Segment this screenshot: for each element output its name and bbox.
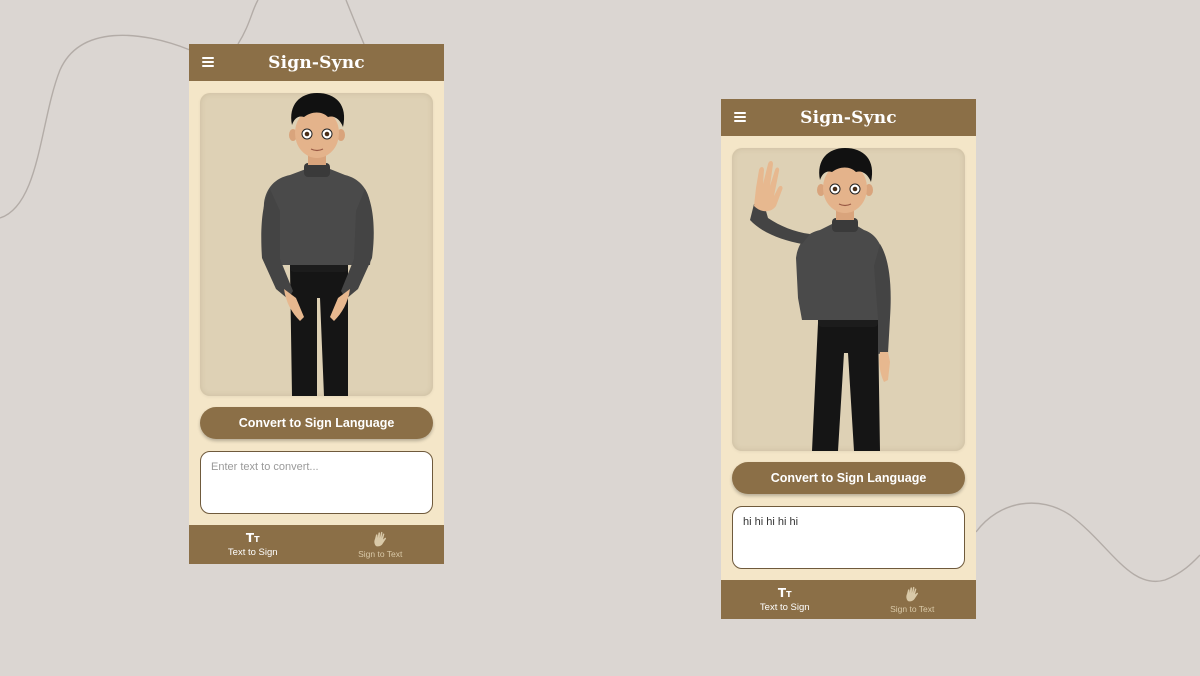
text-to-convert-input[interactable] bbox=[732, 506, 965, 569]
convert-to-sign-button[interactable]: Convert to Sign Language bbox=[732, 462, 965, 494]
nav-tab-sign-to-text[interactable]: Sign to Text bbox=[849, 580, 977, 619]
bottom-navigation: TT Text to Sign Sign to Text bbox=[721, 580, 976, 619]
app-title: Sign-Sync bbox=[800, 107, 897, 128]
avatar-idle-figure bbox=[261, 93, 374, 396]
waving-hand-icon bbox=[374, 531, 387, 546]
text-to-convert-input[interactable] bbox=[200, 451, 433, 514]
bottom-navigation: TT Text to Sign Sign to Text bbox=[189, 525, 444, 564]
hamburger-menu-icon[interactable] bbox=[202, 57, 214, 67]
convert-to-sign-button[interactable]: Convert to Sign Language bbox=[200, 407, 433, 439]
text-size-icon: TT bbox=[245, 530, 260, 545]
hamburger-menu-icon[interactable] bbox=[734, 112, 746, 122]
nav-tab-label: Text to Sign bbox=[759, 601, 810, 613]
avatar-viewport bbox=[200, 93, 433, 396]
background-curves bbox=[0, 0, 1200, 583]
phone-screen-text-to-sign-filled: Sign-Sync Convert to Sign Language hi hi… bbox=[721, 99, 976, 619]
app-bar: Sign-Sync bbox=[189, 44, 444, 81]
text-size-icon: TT bbox=[777, 585, 792, 600]
nav-tab-label: Sign to Text bbox=[890, 603, 935, 614]
waving-hand-icon bbox=[906, 586, 919, 601]
nav-tab-label: Text to Sign bbox=[227, 546, 278, 558]
phone-screen-text-to-sign-empty: Sign-Sync Convert to Sign Language Enter… bbox=[189, 44, 444, 564]
app-bar: Sign-Sync bbox=[721, 99, 976, 136]
nav-tab-text-to-sign[interactable]: TT Text to Sign bbox=[721, 580, 849, 619]
avatar-waving-figure bbox=[750, 148, 891, 451]
nav-tab-label: Sign to Text bbox=[358, 548, 403, 559]
app-title: Sign-Sync bbox=[268, 52, 365, 73]
nav-tab-sign-to-text[interactable]: Sign to Text bbox=[317, 525, 445, 564]
avatar-viewport bbox=[732, 148, 965, 451]
nav-tab-text-to-sign[interactable]: TT Text to Sign bbox=[189, 525, 317, 564]
